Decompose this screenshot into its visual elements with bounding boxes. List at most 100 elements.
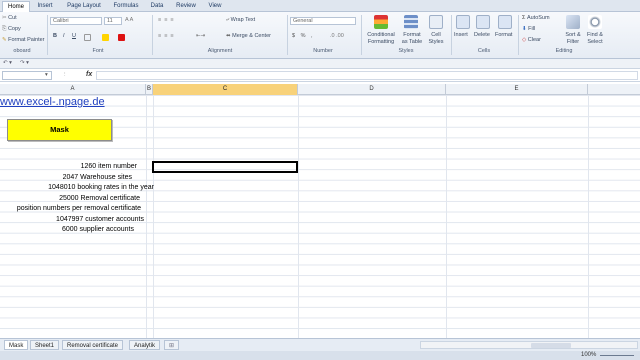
conditional-formatting-button[interactable]: Conditional Formatting	[364, 32, 398, 46]
list-item: 25000 Removal certificate	[59, 194, 140, 202]
sort-filter-icon[interactable]	[566, 15, 580, 29]
divider	[451, 15, 452, 55]
ribbon: ✂ Cut ⎘ Copy ✎ Format Painter oboard Cal…	[0, 12, 640, 59]
scrollbar-thumb[interactable]	[531, 343, 571, 348]
sheet-tab-sheet1[interactable]: Sheet1	[30, 340, 60, 350]
editing-group-label: Editing	[555, 48, 573, 54]
currency-percent-icons[interactable]: $ % ,	[292, 33, 315, 40]
column-header-e[interactable]: E	[446, 84, 588, 95]
format-as-table-button[interactable]: Format as Table	[398, 32, 426, 46]
wrap-text-button[interactable]: ⤶ Wrap Text	[226, 17, 255, 24]
number-group-label: Number	[313, 48, 333, 54]
sheet-tab-bar: Mask Sheet1 Removal certificate Analytik…	[0, 338, 640, 351]
active-cell[interactable]	[152, 161, 298, 173]
conditional-formatting-icon[interactable]	[374, 15, 388, 29]
list-item: 2047 Warehouse sites	[62, 173, 132, 181]
column-header-a[interactable]: A	[0, 84, 146, 95]
find-select-icon[interactable]	[588, 15, 602, 29]
indent-icons[interactable]: ⇤⇥	[196, 33, 205, 40]
list-item: 1260 item number	[80, 163, 137, 170]
divider	[152, 15, 153, 55]
undo-icon[interactable]: ↶ ▾	[3, 60, 12, 67]
font-color-icon[interactable]	[118, 34, 125, 41]
zoom-level[interactable]: 100%	[581, 352, 596, 358]
sort-filter-button[interactable]: Sort & Filter	[563, 32, 583, 46]
sheet-tab-analytik[interactable]: Analytik	[129, 340, 161, 350]
sheet-tab-mask[interactable]: Mask	[4, 340, 29, 350]
copy-button[interactable]: ⎘ Copy	[2, 26, 21, 33]
cut-button[interactable]: ✂ Cut	[2, 15, 17, 22]
format-painter-button[interactable]: ✎ Format Painter	[2, 37, 45, 44]
styles-group-label: Styles	[398, 48, 414, 54]
divider	[361, 15, 362, 55]
column-header-c[interactable]: C	[153, 84, 298, 95]
autosum-button[interactable]: Σ AutoSum	[522, 15, 550, 22]
merge-center-button[interactable]: ⬌ Merge & Center	[226, 33, 271, 40]
insert-function-button[interactable]: fx	[86, 71, 92, 78]
insert-cells-icon[interactable]	[456, 15, 470, 29]
list-item: 1047997 customer accounts	[56, 215, 144, 223]
tab-data[interactable]: Data	[146, 1, 168, 12]
divider	[518, 15, 519, 55]
align-top-icons[interactable]: ≡≡≡	[158, 17, 177, 24]
font-group-label: Font	[92, 48, 104, 54]
underline-button[interactable]: U	[72, 33, 76, 40]
list-item: 6000 supplier accounts	[62, 226, 134, 233]
fill-color-icon[interactable]	[102, 34, 109, 41]
formula-bar: ▾ ⋮ fx	[0, 70, 640, 82]
font-size-select[interactable]: 11	[104, 17, 122, 25]
divider	[287, 15, 288, 55]
new-sheet-icon[interactable]: ⊞	[164, 340, 180, 350]
mask-button[interactable]: Mask	[7, 119, 112, 141]
delete-button[interactable]: Delete	[474, 32, 490, 39]
decimal-icons[interactable]: .0 .00	[330, 33, 344, 40]
ribbon-tab-bar: Home Insert Page Layout Formulas Data Re…	[0, 0, 640, 12]
list-item: 1048010 booking rates in the year	[48, 184, 154, 191]
bold-button[interactable]: B	[53, 33, 57, 40]
formula-input[interactable]	[96, 71, 638, 80]
tab-page-layout[interactable]: Page Layout	[62, 1, 106, 12]
find-select-button[interactable]: Find & Select	[585, 32, 605, 46]
grow-font-icon[interactable]: A A	[125, 17, 133, 24]
alignment-group-label: Alignment	[207, 48, 233, 54]
delete-cells-icon[interactable]	[476, 15, 490, 29]
fill-button[interactable]: ⬇ Fill	[522, 26, 535, 33]
column-gridline	[298, 95, 299, 338]
tab-formulas[interactable]: Formulas	[110, 1, 142, 12]
cell-styles-icon[interactable]	[429, 15, 443, 29]
tab-insert[interactable]: Insert	[32, 1, 58, 12]
column-gridline	[446, 95, 447, 338]
format-button[interactable]: Format	[495, 32, 512, 39]
column-gridline	[153, 95, 154, 338]
horizontal-scrollbar[interactable]	[420, 341, 638, 349]
clipboard-group-label: oboard	[13, 48, 31, 54]
insert-button[interactable]: Insert	[454, 32, 468, 39]
column-headers: A B C D E	[0, 84, 640, 95]
column-header-d[interactable]: D	[298, 84, 446, 95]
font-name-select[interactable]: Calibri	[50, 17, 102, 25]
list-item: position numbers per removal certificate	[16, 205, 141, 212]
column-gridline	[588, 95, 589, 338]
worksheet-grid[interactable]: www.excel-.npage.de Mask 1260 item numbe…	[0, 95, 640, 338]
align-left-icons[interactable]: ≡≡≡	[158, 33, 177, 40]
zoom-slider[interactable]	[600, 355, 634, 356]
format-cells-icon[interactable]	[498, 15, 512, 29]
cells-group-label: Cells	[477, 48, 491, 54]
borders-icon[interactable]	[84, 34, 91, 41]
format-as-table-icon[interactable]	[404, 15, 418, 29]
italic-button[interactable]: I	[63, 33, 65, 40]
number-format-select[interactable]: General	[290, 17, 356, 25]
column-gridline	[146, 95, 147, 338]
tab-view[interactable]: View	[204, 1, 226, 12]
tab-home[interactable]: Home	[2, 1, 30, 12]
cell-styles-button[interactable]: Cell Styles	[425, 32, 447, 46]
status-bar: 100%	[0, 351, 640, 360]
name-box-dropdown-icon[interactable]: ▾	[45, 72, 48, 79]
sheet-tab-removal-certificate[interactable]: Removal certificate	[62, 340, 124, 350]
divider	[47, 15, 48, 55]
column-header-b[interactable]: B	[146, 84, 153, 95]
redo-icon[interactable]: ↷ ▾	[20, 60, 29, 67]
tab-review[interactable]: Review	[172, 1, 200, 12]
clear-button[interactable]: ◇ Clear	[522, 37, 541, 44]
website-link[interactable]: www.excel-.npage.de	[0, 95, 105, 109]
